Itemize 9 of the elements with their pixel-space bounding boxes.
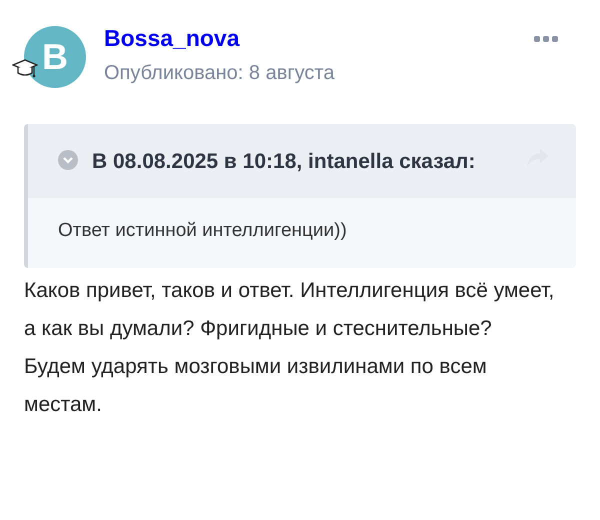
quote-attribution: В 08.08.2025 в 10:18, intanella сказал: [92, 150, 476, 173]
quote-text: Ответ истинной интеллигенции)) [58, 220, 347, 241]
post-paragraph: Будем ударять мозговыми извилинами по всем местам. [24, 354, 488, 418]
collapse-icon[interactable] [58, 150, 78, 170]
post-paragraph: Каков привет, таков и ответ. Интеллигенция всё умеет, а как вы думали? Фригидные и стеснительные? [24, 278, 556, 342]
more-icon[interactable] [534, 36, 558, 44]
graduation-cap-icon [12, 58, 38, 80]
publish-date: Опубликовано: 8 августа [104, 62, 336, 85]
username-link[interactable]: Bossa_nova [104, 25, 240, 52]
